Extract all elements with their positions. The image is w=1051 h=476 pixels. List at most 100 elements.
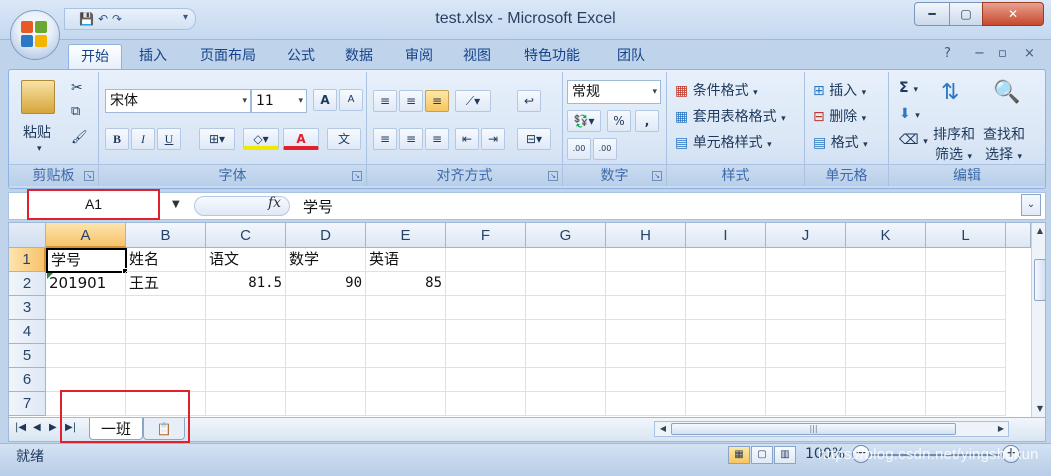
- scroll-up-icon[interactable]: ▲: [1032, 223, 1045, 239]
- font-size-select[interactable]: 11 ▾: [251, 89, 307, 113]
- column-header-d[interactable]: D: [286, 223, 366, 248]
- grid-cell[interactable]: [46, 344, 126, 368]
- grid-cell[interactable]: [686, 320, 766, 344]
- grid-cell[interactable]: [926, 296, 1006, 320]
- row-header-3[interactable]: 3: [9, 296, 46, 320]
- grid-cell[interactable]: [526, 392, 606, 416]
- tab-special[interactable]: 特色功能: [512, 44, 592, 70]
- increase-decimal-button[interactable]: .00: [567, 138, 591, 160]
- grid-cell[interactable]: [926, 320, 1006, 344]
- number-dialog-icon[interactable]: ↘: [652, 171, 662, 181]
- grid-cell[interactable]: [446, 248, 526, 272]
- grid-cell[interactable]: [286, 368, 366, 392]
- grid-cell[interactable]: [846, 248, 926, 272]
- comma-button[interactable]: ,: [635, 110, 659, 132]
- grid-cell[interactable]: [446, 392, 526, 416]
- percent-button[interactable]: %: [607, 110, 631, 132]
- cell-b2[interactable]: 王五: [126, 272, 206, 296]
- fill-color-button[interactable]: ◇▾: [243, 128, 279, 150]
- grid-cell[interactable]: [846, 272, 926, 296]
- fill-button[interactable]: ⬇ ▾: [899, 106, 920, 122]
- office-button[interactable]: [10, 10, 60, 60]
- grid-cell[interactable]: [606, 296, 686, 320]
- grid-cell[interactable]: [766, 248, 846, 272]
- grid-cell[interactable]: [46, 296, 126, 320]
- grid-cell[interactable]: [446, 344, 526, 368]
- grid-cell[interactable]: [606, 392, 686, 416]
- format-painter-icon[interactable]: 🖌: [71, 130, 88, 145]
- grid-cell[interactable]: [526, 344, 606, 368]
- cell-b1[interactable]: 姓名: [126, 248, 206, 272]
- format-as-table-button[interactable]: ▦ 套用表格格式 ▾: [675, 106, 786, 126]
- first-sheet-icon[interactable]: |◀: [15, 422, 26, 433]
- grid-cell[interactable]: [926, 344, 1006, 368]
- grid-cell[interactable]: [926, 272, 1006, 296]
- grid-cell[interactable]: [686, 296, 766, 320]
- grid-cell[interactable]: [366, 392, 446, 416]
- grid-cell[interactable]: [526, 248, 606, 272]
- grid-cell[interactable]: [446, 320, 526, 344]
- grid-cell[interactable]: [126, 344, 206, 368]
- copy-icon[interactable]: ⧉: [71, 104, 80, 119]
- grid-cell[interactable]: [206, 296, 286, 320]
- grid-cell[interactable]: [686, 344, 766, 368]
- font-dialog-icon[interactable]: ↘: [352, 171, 362, 181]
- grid-cell[interactable]: [206, 368, 286, 392]
- ribbon-minimize-icon[interactable]: −: [974, 46, 985, 61]
- delete-cells-button[interactable]: ⊟ 删除 ▾: [813, 106, 866, 126]
- grid-cell[interactable]: [846, 368, 926, 392]
- column-header-b[interactable]: B: [126, 223, 206, 248]
- orientation-button[interactable]: ⟋▾: [455, 90, 491, 112]
- decrease-decimal-button[interactable]: .00: [593, 138, 617, 160]
- page-break-view-button[interactable]: ▥: [774, 446, 796, 464]
- clear-button[interactable]: ⌫ ▾: [899, 132, 928, 148]
- minimize-button[interactable]: ━: [914, 2, 950, 26]
- clipboard-dialog-icon[interactable]: ↘: [84, 171, 94, 181]
- align-middle-button[interactable]: ≡: [399, 90, 423, 112]
- grid-cell[interactable]: [926, 392, 1006, 416]
- row-header-6[interactable]: 6: [9, 368, 46, 392]
- column-header-k[interactable]: K: [846, 223, 926, 248]
- align-bottom-button[interactable]: ≡: [425, 90, 449, 112]
- cell-e1[interactable]: 英语: [366, 248, 446, 272]
- row-header-7[interactable]: 7: [9, 392, 46, 416]
- phonetic-button[interactable]: 文: [327, 128, 361, 150]
- font-name-select[interactable]: 宋体 ▾: [105, 89, 251, 113]
- insert-function-icon[interactable]: fx: [268, 195, 281, 211]
- grid-cell[interactable]: [766, 344, 846, 368]
- tab-data[interactable]: 数据: [334, 44, 384, 70]
- format-cells-button[interactable]: ▤ 格式 ▾: [813, 132, 868, 152]
- grid-cell[interactable]: [286, 392, 366, 416]
- sort-filter-label[interactable]: 筛选 ▾: [935, 144, 972, 164]
- underline-button[interactable]: U: [157, 128, 181, 150]
- grid-cell[interactable]: [606, 344, 686, 368]
- find-select-label[interactable]: 选择 ▾: [985, 144, 1022, 164]
- font-color-button[interactable]: A: [283, 128, 319, 150]
- column-header-f[interactable]: F: [446, 223, 526, 248]
- grid-cell[interactable]: [366, 296, 446, 320]
- cell-c2[interactable]: 81.5: [206, 272, 286, 296]
- grid-cell[interactable]: [366, 320, 446, 344]
- align-left-button[interactable]: ≡: [373, 128, 397, 150]
- column-header-partial[interactable]: [1006, 223, 1031, 248]
- page-layout-view-button[interactable]: ▢: [751, 446, 773, 464]
- grid-cell[interactable]: [126, 296, 206, 320]
- maximize-button[interactable]: ▢: [949, 2, 983, 26]
- sort-filter-icon[interactable]: ⇅: [941, 80, 959, 105]
- cell-a2[interactable]: 201901: [46, 272, 126, 296]
- grid-cell[interactable]: [606, 248, 686, 272]
- alignment-dialog-icon[interactable]: ↘: [548, 171, 558, 181]
- column-header-i[interactable]: I: [686, 223, 766, 248]
- grid-cell[interactable]: [286, 320, 366, 344]
- column-header-c[interactable]: C: [206, 223, 286, 248]
- find-select-button[interactable]: 查找和: [983, 124, 1025, 144]
- formula-input[interactable]: 学号: [303, 196, 333, 217]
- grid-cell[interactable]: [206, 392, 286, 416]
- vertical-scroll-thumb[interactable]: [1034, 259, 1045, 301]
- align-right-button[interactable]: ≡: [425, 128, 449, 150]
- number-format-select[interactable]: 常规 ▾: [567, 80, 661, 104]
- grid-cell[interactable]: [766, 392, 846, 416]
- grid-cell[interactable]: [606, 368, 686, 392]
- grid-cell[interactable]: [926, 368, 1006, 392]
- grid-cell[interactable]: [126, 368, 206, 392]
